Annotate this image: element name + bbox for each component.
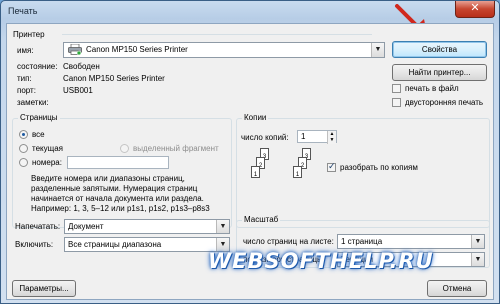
- port-label: порт:: [17, 86, 36, 95]
- page-stack-icon: 1: [293, 166, 302, 178]
- printer-name-value: Canon MP150 Series Printer: [86, 45, 188, 54]
- duplex-checkbox[interactable]: [392, 98, 401, 107]
- pages-all-radio[interactable]: [19, 130, 28, 139]
- page-numbers-input[interactable]: [67, 156, 169, 169]
- printer-name-select[interactable]: Canon MP150 Series Printer ▼: [63, 42, 385, 58]
- pages-per-sheet-select[interactable]: 1 страница ▼: [337, 234, 485, 249]
- pages-selection-label: выделенный фрагмент: [133, 144, 219, 153]
- pages-group-title: Страницы: [18, 113, 60, 122]
- duplex-label: двусторонняя печать: [405, 98, 484, 107]
- pages-per-sheet-label: число страниц на листе:: [243, 237, 334, 246]
- print-to-file-checkbox[interactable]: [392, 84, 401, 93]
- pages-all-label: все: [32, 130, 45, 139]
- pages-hint-line-3: начинается от начала документа или разде…: [31, 194, 204, 203]
- chevron-down-icon: ▼: [216, 220, 229, 233]
- type-value: Canon MP150 Series Printer: [63, 74, 165, 83]
- print-what-label: Напечатать:: [15, 222, 61, 231]
- status-label: состояние:: [17, 62, 58, 71]
- cancel-button[interactable]: Отмена: [427, 280, 487, 297]
- printer-icon: [68, 44, 82, 55]
- printer-name-label: имя:: [17, 46, 34, 55]
- pages-current-radio[interactable]: [19, 144, 28, 153]
- options-button[interactable]: Параметры...: [12, 280, 76, 297]
- print-to-file-label: печать в файл: [405, 84, 459, 93]
- port-value: USB001: [63, 86, 93, 95]
- watermark-logo: WEBSOFTHELP.RU: [208, 249, 434, 273]
- pages-hint-line-2: разделенные запятыми. Нумерация страниц: [31, 184, 198, 193]
- include-value: Все страницы диапазона: [68, 240, 162, 249]
- zoom-group-title: Масштаб: [242, 215, 281, 224]
- collate-checkbox[interactable]: [327, 161, 336, 172]
- chevron-down-icon: ▼: [471, 235, 484, 248]
- include-select[interactable]: Все страницы диапазона ▼: [64, 237, 230, 252]
- pages-numbers-label: номера:: [32, 158, 62, 167]
- copies-group-title: Копии: [242, 113, 269, 122]
- print-what-value: Документ: [68, 222, 104, 231]
- pages-hint-line-1: Введите номера или диапазоны страниц,: [31, 174, 185, 183]
- printer-group-title: Принтер: [13, 30, 45, 39]
- pages-per-sheet-value: 1 страница: [341, 237, 383, 246]
- pages-numbers-radio[interactable]: [19, 158, 28, 167]
- pages-selection-radio[interactable]: [120, 144, 129, 153]
- chevron-down-icon: ▼: [371, 43, 384, 57]
- type-label: тип:: [17, 74, 32, 83]
- close-icon: ✕: [470, 2, 480, 14]
- copies-count-label: число копий:: [241, 133, 289, 142]
- pages-hint-line-4: Например: 1, 3, 5–12 или p1s1, p1s2, p1s…: [31, 204, 210, 213]
- window-title: Печать: [8, 6, 38, 16]
- printer-divider: [62, 34, 372, 35]
- properties-button[interactable]: Свойства: [392, 41, 487, 58]
- notes-label: заметки:: [17, 98, 49, 107]
- spinner-arrows-icon[interactable]: ▲ ▼: [327, 131, 336, 144]
- status-value: Свободен: [63, 62, 100, 71]
- page-stack-icon: 1: [251, 166, 260, 178]
- print-what-select[interactable]: Документ ▼: [64, 219, 230, 234]
- copies-count-value: 1: [301, 132, 306, 141]
- find-printer-button[interactable]: Найти принтер...: [392, 64, 487, 81]
- chevron-down-icon: ▼: [471, 253, 484, 266]
- close-button[interactable]: ✕: [455, 1, 495, 18]
- collate-label: разобрать по копиям: [340, 163, 418, 172]
- pages-current-label: текущая: [32, 144, 63, 153]
- print-dialog: Печать ✕ Принтер имя: Canon MP150 Series…: [0, 0, 500, 304]
- include-label: Включить:: [15, 240, 54, 249]
- copies-count-spinner[interactable]: 1 ▲ ▼: [297, 130, 337, 144]
